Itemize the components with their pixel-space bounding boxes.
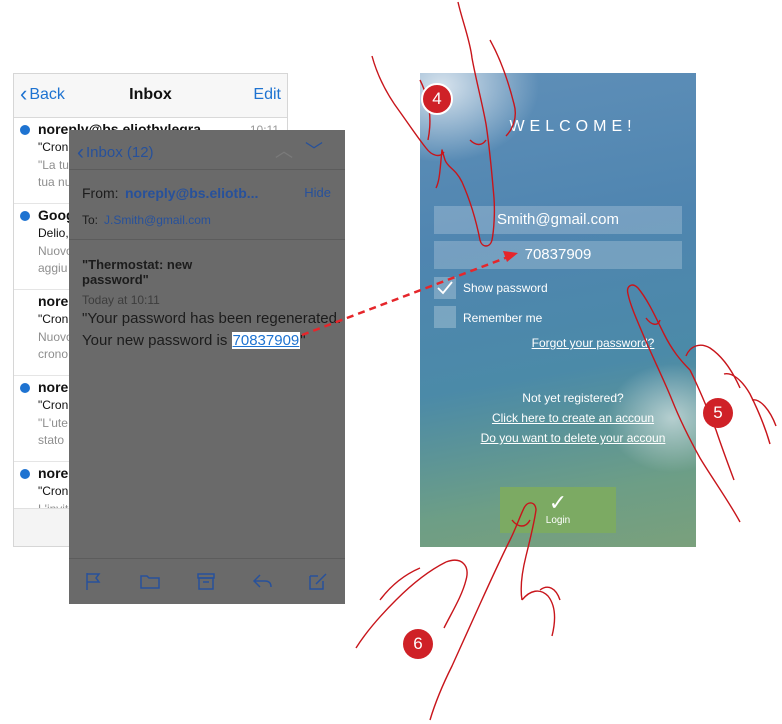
pointing-hand-icon [371, 1, 516, 247]
step-5-badge: 5 [703, 398, 733, 428]
annotation-overlay [301, 1, 777, 721]
pointing-hand-icon [626, 284, 777, 523]
step-6-badge: 6 [403, 629, 433, 659]
copy-arrow [301, 251, 518, 337]
step-4-badge: 4 [421, 83, 453, 115]
pointing-hand-icon [355, 502, 561, 721]
